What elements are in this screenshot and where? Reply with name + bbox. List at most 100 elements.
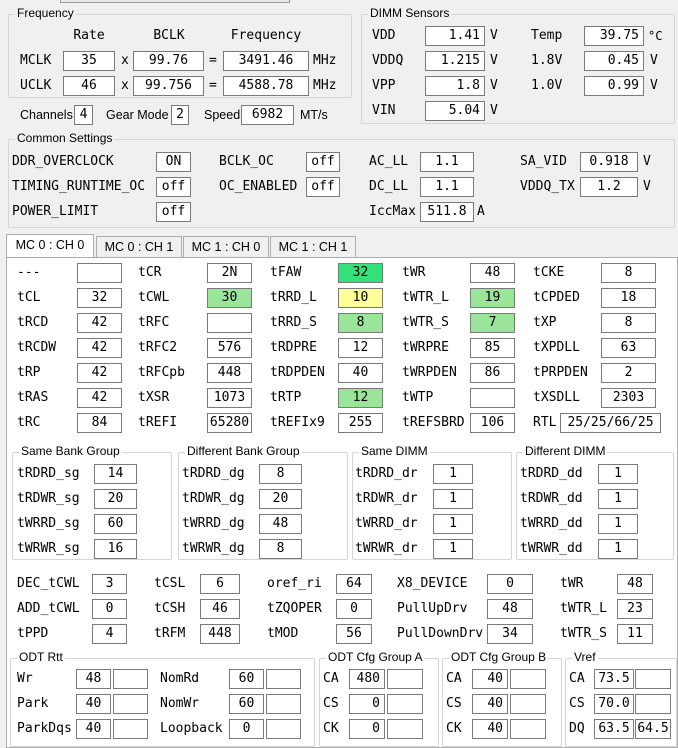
odt-a-field-extra-ca[interactable]: [387, 669, 423, 689]
odt-field-nomrd[interactable]: 60: [229, 669, 264, 689]
timing-field-tras[interactable]: 42: [77, 388, 122, 408]
misc-field-twr[interactable]: 48: [617, 574, 653, 594]
timing-field-trcd[interactable]: 42: [77, 313, 122, 333]
timing-field-trfc2[interactable]: 576: [207, 338, 252, 358]
misc-field-twtr-s[interactable]: 11: [617, 624, 653, 644]
timing-field-tcwl[interactable]: 30: [207, 288, 252, 308]
v18-field[interactable]: 0.45: [584, 51, 644, 71]
bank-field-twrrd-dg[interactable]: 48: [259, 514, 302, 534]
vref-field-extra-cs[interactable]: [635, 694, 671, 714]
vpp-field[interactable]: 1.8: [425, 76, 485, 96]
timing-field-tprpden[interactable]: 2: [601, 363, 656, 383]
bank-field-trdrd-dd[interactable]: 1: [598, 464, 638, 484]
bank-field-twrrd-dd[interactable]: 1: [598, 514, 638, 534]
bank-field-twrrd-dr[interactable]: 1: [433, 514, 473, 534]
timing-field-trc[interactable]: 84: [77, 413, 122, 433]
vref-field-extra-ca[interactable]: [635, 669, 671, 689]
mclk-rate-field[interactable]: 35: [63, 51, 115, 71]
odt-field-extra-nomwr[interactable]: [266, 694, 301, 714]
bank-field-trdrd-dg[interactable]: 8: [259, 464, 302, 484]
odt-b-field-extra-cs[interactable]: [510, 694, 546, 714]
vddq-tx-field[interactable]: 1.2: [580, 177, 638, 197]
odt-field-extra-nomrd[interactable]: [266, 669, 301, 689]
misc-field-tzqoper[interactable]: 0: [336, 599, 372, 619]
tab-mc1-ch1[interactable]: MC 1 : CH 1: [270, 236, 356, 258]
odt-field-park[interactable]: 40: [76, 694, 111, 714]
timing-field-txsr[interactable]: 1073: [207, 388, 252, 408]
timing-field-rtl[interactable]: 25/25/66/25: [560, 413, 661, 433]
timing-field-trefi[interactable]: 65280: [207, 413, 252, 433]
odt-field-extra-wr[interactable]: [113, 669, 148, 689]
timing-field-tfaw[interactable]: 32: [338, 263, 383, 283]
v10-field[interactable]: 0.99: [584, 76, 644, 96]
timing-field-txp[interactable]: 8: [601, 313, 656, 333]
power-limit-field[interactable]: off: [156, 202, 191, 222]
mclk-freq-field[interactable]: 3491.46: [223, 51, 309, 71]
odt-a-field-cs[interactable]: 0: [349, 694, 385, 714]
timing-field-twtr-s[interactable]: 7: [470, 313, 515, 333]
odt-field-nomwr[interactable]: 60: [229, 694, 264, 714]
bank-field-twrwr-dr[interactable]: 1: [433, 539, 473, 559]
vin-field[interactable]: 5.04: [425, 101, 485, 121]
bank-field-twrwr-sg[interactable]: 16: [94, 539, 137, 559]
odt-field-loopback[interactable]: 0: [229, 719, 264, 739]
bank-field-trdrd-sg[interactable]: 14: [94, 464, 137, 484]
timing-field-tcl[interactable]: 32: [77, 288, 122, 308]
uclk-bclk-field[interactable]: 99.756: [133, 76, 204, 96]
odt-b-field-cs[interactable]: 40: [472, 694, 508, 714]
odt-a-field-extra-ck[interactable]: [387, 719, 423, 739]
bank-field-twrrd-sg[interactable]: 60: [94, 514, 137, 534]
timing-field-twrpre[interactable]: 85: [470, 338, 515, 358]
bank-field-trdwr-dg[interactable]: 20: [259, 489, 302, 509]
misc-field-x8-device[interactable]: 0: [487, 574, 533, 594]
gear-field[interactable]: 2: [171, 105, 189, 125]
timing-field-twr[interactable]: 48: [470, 263, 515, 283]
timing-field-txsdll[interactable]: 2303: [601, 388, 656, 408]
timing-field-trcdw[interactable]: 42: [77, 338, 122, 358]
odt-b-field-ck[interactable]: 40: [472, 719, 508, 739]
odt-field-parkdqs[interactable]: 40: [76, 719, 111, 739]
odt-b-field-extra-ck[interactable]: [510, 719, 546, 739]
uclk-freq-field[interactable]: 4588.78: [223, 76, 309, 96]
timing-field-trrd-l[interactable]: 10: [338, 288, 383, 308]
timing-field-trdpre[interactable]: 12: [338, 338, 383, 358]
timing-field-trfcpb[interactable]: 448: [207, 363, 252, 383]
ac-ll-field[interactable]: 1.1: [420, 152, 474, 172]
timing-field-trefsbrd[interactable]: 106: [470, 413, 515, 433]
ddr-overclock-field[interactable]: ON: [156, 152, 191, 172]
timing-field-trp[interactable]: 42: [77, 363, 122, 383]
timing-field-twtp[interactable]: [470, 388, 515, 408]
tab-mc0-ch1[interactable]: MC 0 : CH 1: [96, 236, 182, 258]
vref-field-extra-dq[interactable]: 64.5: [635, 719, 671, 739]
misc-field-tcsl[interactable]: 6: [200, 574, 240, 594]
odt-field-extra-parkdqs[interactable]: [113, 719, 148, 739]
misc-field-twtr-l[interactable]: 23: [617, 599, 653, 619]
sa-vid-field[interactable]: 0.918: [580, 152, 638, 172]
misc-field-tppd[interactable]: 4: [92, 624, 127, 644]
channels-field[interactable]: 4: [74, 105, 93, 125]
bank-field-twrwr-dg[interactable]: 8: [259, 539, 302, 559]
misc-field-pullupdrv[interactable]: 48: [487, 599, 533, 619]
bank-field-trdwr-dr[interactable]: 1: [433, 489, 473, 509]
timing-field-twrpden[interactable]: 86: [470, 363, 515, 383]
timing-field-trtp[interactable]: 12: [338, 388, 383, 408]
uclk-rate-field[interactable]: 46: [63, 76, 115, 96]
mclk-bclk-field[interactable]: 99.76: [133, 51, 204, 71]
dc-ll-field[interactable]: 1.1: [420, 177, 474, 197]
odt-field-wr[interactable]: 48: [76, 669, 111, 689]
timing-field-trefix9[interactable]: 255: [338, 413, 383, 433]
misc-field-tcsh[interactable]: 46: [200, 599, 240, 619]
misc-field-trfm[interactable]: 448: [200, 624, 240, 644]
odt-b-field-extra-ca[interactable]: [510, 669, 546, 689]
vref-field-cs[interactable]: 70.0: [594, 694, 634, 714]
odt-a-field-extra-cs[interactable]: [387, 694, 423, 714]
odt-a-field-ck[interactable]: 0: [349, 719, 385, 739]
vdd-field[interactable]: 1.41: [425, 26, 485, 46]
timing-field-trdpden[interactable]: 40: [338, 363, 383, 383]
bank-field-twrwr-dd[interactable]: 1: [598, 539, 638, 559]
vref-field-dq[interactable]: 63.5: [594, 719, 634, 739]
odt-a-field-ca[interactable]: 480: [349, 669, 385, 689]
timing-field-txpdll[interactable]: 63: [601, 338, 656, 358]
tab-mc0-ch0[interactable]: MC 0 : CH 0: [6, 234, 94, 259]
misc-field-dec-tcwl[interactable]: 3: [92, 574, 127, 594]
